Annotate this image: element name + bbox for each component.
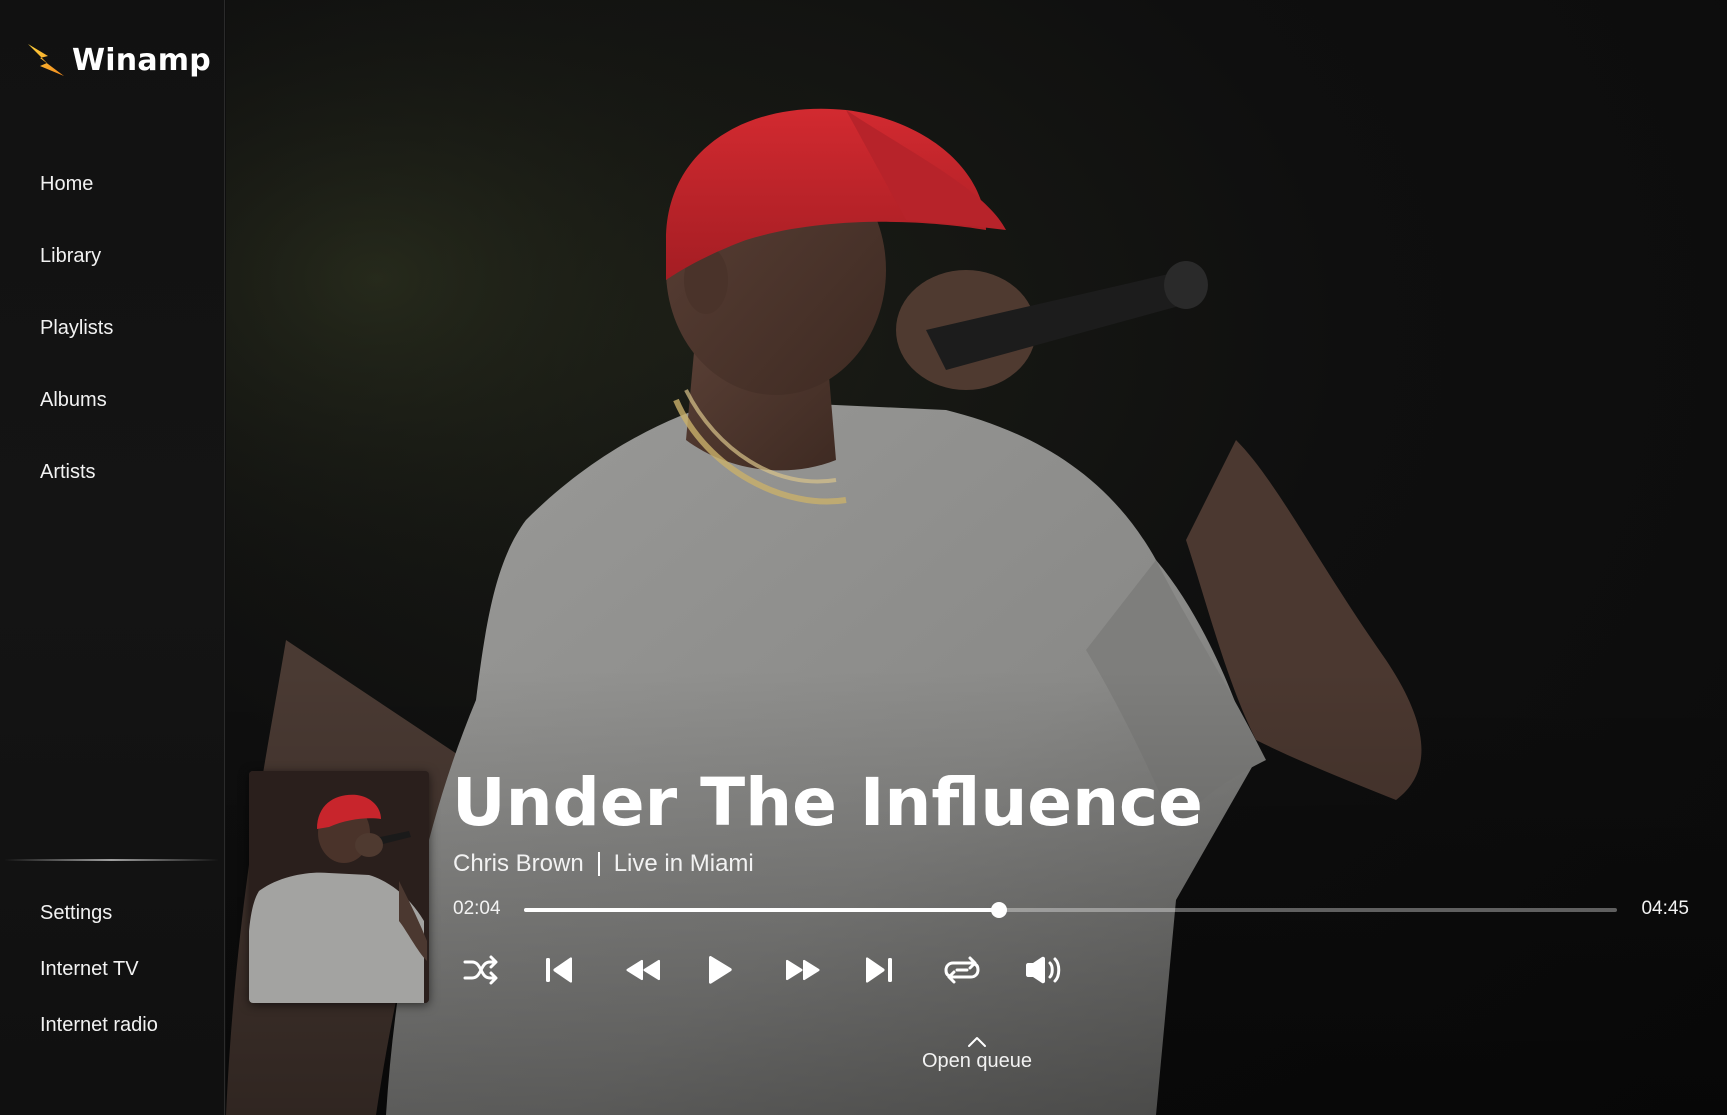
skip-next-icon — [866, 957, 892, 983]
previous-track-button[interactable] — [543, 950, 623, 990]
nav-item-artists[interactable]: Artists — [40, 456, 113, 528]
nav-item-home[interactable]: Home — [40, 168, 113, 240]
track-subtitle: Chris Brown Live in Miami — [453, 850, 754, 878]
secondary-nav: Settings Internet TV Internet radio — [40, 897, 158, 1065]
play-icon — [709, 955, 732, 984]
nav-item-internet-radio[interactable]: Internet radio — [40, 1009, 158, 1065]
fast-forward-icon — [786, 959, 820, 981]
skip-previous-icon — [546, 957, 572, 983]
artist-backdrop-image — [226, 0, 1727, 1115]
total-time: 04:45 — [1641, 898, 1689, 919]
album-art-image — [249, 771, 429, 1003]
primary-nav: Home Library Playlists Albums Artists — [40, 168, 113, 528]
winamp-app: Winamp Home Library Playlists Albums Art… — [0, 0, 1727, 1115]
repeat-icon — [944, 956, 980, 984]
chevron-up-icon — [968, 1037, 986, 1047]
lightning-bolt-logo-icon — [28, 44, 64, 76]
nav-item-playlists[interactable]: Playlists — [40, 312, 113, 384]
next-track-button[interactable] — [863, 950, 943, 990]
seek-bar-fill — [524, 908, 1000, 912]
subtitle-separator — [597, 852, 600, 876]
volume-button[interactable] — [1023, 950, 1103, 990]
album-name[interactable]: Live in Miami — [614, 850, 754, 878]
sidebar: Winamp Home Library Playlists Albums Art… — [0, 0, 225, 1115]
volume-icon — [1026, 956, 1061, 984]
shuffle-icon — [463, 955, 498, 985]
nav-item-albums[interactable]: Albums — [40, 384, 113, 456]
elapsed-time: 02:04 — [453, 898, 501, 919]
nav-item-internet-tv[interactable]: Internet TV — [40, 953, 158, 1009]
nav-item-settings[interactable]: Settings — [40, 897, 158, 953]
now-playing-backdrop — [226, 0, 1727, 1115]
shuffle-button[interactable] — [463, 950, 543, 990]
artist-name[interactable]: Chris Brown — [453, 850, 584, 878]
rewind-icon — [626, 959, 660, 981]
open-queue-label: Open queue — [921, 1050, 1033, 1072]
track-title: Under The Influence — [452, 764, 1203, 841]
repeat-button[interactable] — [943, 950, 1023, 990]
playback-controls — [463, 950, 1103, 990]
nav-item-library[interactable]: Library — [40, 240, 113, 312]
play-button[interactable] — [703, 950, 783, 990]
seek-bar[interactable] — [524, 902, 1617, 918]
sidebar-divider — [4, 859, 219, 861]
fast-forward-button[interactable] — [783, 950, 863, 990]
winamp-logo[interactable]: Winamp — [26, 38, 211, 82]
rewind-button[interactable] — [623, 950, 703, 990]
open-queue-button[interactable]: Open queue — [900, 1036, 1054, 1073]
album-art-thumbnail[interactable] — [249, 771, 429, 1003]
app-name: Winamp — [72, 42, 211, 78]
